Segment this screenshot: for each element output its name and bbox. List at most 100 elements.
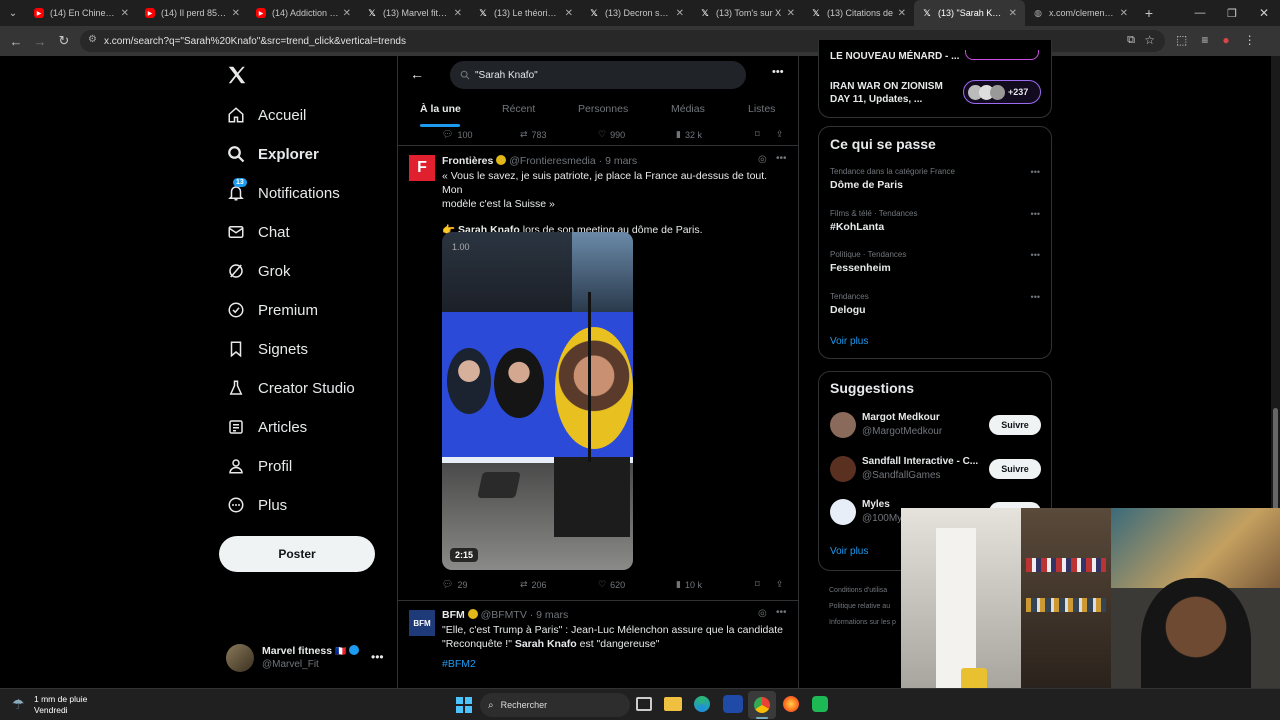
browser-tab[interactable]: ◍ x.com/clement_m ✕ [1025,0,1136,26]
tweet-time[interactable]: · 9 mars [530,609,569,621]
restore-button[interactable]: ❐ [1216,7,1248,20]
close-tab-icon[interactable]: ✕ [565,8,573,19]
sidebar-item-profil[interactable]: Profil [226,451,292,481]
star-icon[interactable]: ☆ [1144,33,1155,47]
reply-button[interactable]: 💬︎ 100 [442,129,472,140]
trend-more-icon[interactable]: ••• [1031,209,1040,219]
hashtag-link[interactable]: #BFM2 [442,657,787,671]
site-settings-icon[interactable]: ⚙ [88,34,97,45]
space-listeners-pill[interactable] [965,50,1039,60]
firefox-icon[interactable] [783,696,799,712]
scrollbar-thumb[interactable] [1273,408,1278,518]
sidebar-item-explorer[interactable]: Explorer [226,139,319,169]
chrome-taskbar-button[interactable] [748,691,776,719]
store-icon[interactable] [723,695,743,713]
close-window-button[interactable]: ✕ [1248,6,1280,20]
author-handle[interactable]: @Frontieresmedia [509,155,596,167]
x-logo-icon[interactable] [226,64,248,86]
suggestion-item[interactable]: Sandfall Interactive - C... @SandfallGame… [819,455,1051,496]
profile-icon[interactable]: ● [1222,33,1229,47]
tweet-frontieres[interactable]: F Frontières @Frontieresmedia · 9 mars ◎… [398,147,798,601]
share-button[interactable]: ⇪ [776,579,784,590]
browser-menu-icon[interactable]: ⋮ [1244,33,1256,47]
trend-more-icon[interactable]: ••• [1031,250,1040,260]
tab-4[interactable]: Listes [748,103,775,115]
sidebar-item-notifications[interactable]: 13 Notifications [226,178,340,208]
suggestion-avatar[interactable] [830,499,856,525]
follow-button[interactable]: Suivre [989,458,1041,479]
trend-item[interactable]: Politique · Tendances Fessenheim ••• [830,250,1040,274]
sidebar-item-articles[interactable]: Articles [226,412,307,442]
suggestion-avatar[interactable] [830,455,856,482]
tab-3[interactable]: Médias [671,103,705,115]
tab-1[interactable]: Récent [502,103,535,115]
task-view-icon[interactable] [636,697,652,711]
account-more-icon[interactable]: ••• [371,650,384,664]
tweet-more-icon[interactable]: ••• [776,607,787,618]
trends-see-more[interactable]: Voir plus [830,336,868,347]
browser-tab[interactable]: 𝕏 (13) "Sarah Knafo ✕ [914,0,1025,26]
close-tab-icon[interactable]: ✕ [1009,8,1017,19]
footer-link[interactable]: Informations sur les p [829,615,896,631]
taskbar-search[interactable]: ⌕ Rechercher [480,693,630,717]
sidebar-item-premium[interactable]: Premium [226,295,318,325]
new-tab-button[interactable]: + [1136,5,1162,21]
tweet-bfm[interactable]: BFM BFM @BFMTV · 9 mars ◎ ••• "Elle, c'e… [398,602,798,688]
suggestions-see-more[interactable]: Voir plus [830,546,868,557]
browser-tab[interactable]: 𝕏 (13) Decron sur X ✕ [581,0,692,26]
extensions-icon[interactable]: ⬚ [1176,33,1187,47]
suggestion-name[interactable]: Sandfall Interactive - C... [862,456,978,467]
suggestion-name[interactable]: Margot Medkour [862,412,940,423]
grok-icon[interactable]: ◎ [758,608,767,619]
tweet-more-icon[interactable]: ••• [776,153,787,164]
account-name-row[interactable]: Marvel fitness 🇫🇷 [262,645,360,657]
reply-button[interactable]: 💬︎ 29 [442,579,467,590]
author-avatar[interactable]: F [409,155,435,181]
browser-tab[interactable]: 𝕏 (13) Le théoricien ✕ [470,0,581,26]
tab-2[interactable]: Personnes [578,103,628,115]
tweet-video[interactable]: 1.00 2:15 [442,232,633,570]
views-button[interactable]: ▮ 32 k [676,129,702,140]
search-input[interactable]: "Sarah Knafo" [450,61,746,89]
tab-0[interactable]: À la une [420,103,461,115]
close-tab-icon[interactable]: ✕ [787,8,795,19]
footer-link[interactable]: Conditions d'utilisa [829,583,896,599]
account-avatar[interactable] [226,644,254,672]
grok-icon[interactable]: ◎ [758,154,767,165]
reload-icon[interactable]: ↻ [52,33,76,49]
trend-item[interactable]: Tendance dans la catégorie France Dôme de… [830,167,1040,191]
bookmark-button[interactable]: ⌑ [755,579,760,590]
space-title[interactable]: LE NOUVEAU MÉNARD - ... [830,51,959,62]
install-app-icon[interactable]: ⧉ [1127,34,1135,47]
trend-item[interactable]: Films & télé · Tendances #KohLanta ••• [830,209,1040,233]
windows-start-icon[interactable] [456,697,472,713]
search-more-icon[interactable]: ••• [772,66,784,78]
follow-button[interactable]: Suivre [989,415,1041,435]
author-avatar[interactable]: BFM [409,610,435,636]
repost-button[interactable]: ⇄ 783 [520,129,547,140]
suggestion-avatar[interactable] [830,412,856,438]
browser-tab[interactable]: ▶ (14) Addiction au ✕ [248,0,359,26]
tweet-time[interactable]: · 9 mars [599,155,638,167]
browser-tab[interactable]: 𝕏 (13) Tom's sur X ✕ [692,0,803,26]
sidebar-item-plus[interactable]: Plus [226,490,287,520]
share-button[interactable]: ⇪ [776,129,784,140]
post-button[interactable]: Poster [219,536,375,572]
file-explorer-icon[interactable] [664,697,682,711]
trend-more-icon[interactable]: ••• [1031,167,1040,177]
browser-tab[interactable]: ▶ (14) En Chine, ce ✕ [26,0,137,26]
browser-tab[interactable]: 𝕏 (13) Citations de ✕ [803,0,914,26]
minimize-button[interactable]: — [1184,7,1216,19]
video-speed[interactable]: 1.00 [452,242,470,252]
close-tab-icon[interactable]: ✕ [343,8,351,19]
space-listeners-pill[interactable]: +237 [963,80,1041,104]
suggestion-name[interactable]: Myles [862,499,890,510]
repost-button[interactable]: ⇄ 206 [520,579,547,590]
sidebar-item-signets[interactable]: Signets [226,334,308,364]
views-button[interactable]: ▮ 10 k [676,579,702,590]
trend-more-icon[interactable]: ••• [1031,292,1040,302]
app-icon[interactable] [812,696,828,712]
space-title[interactable]: IRAN WAR ON ZIONISM DAY 11, Updates, ... [830,80,943,106]
like-button[interactable]: ♡ 990 [598,129,625,140]
edge-icon[interactable] [694,696,710,712]
